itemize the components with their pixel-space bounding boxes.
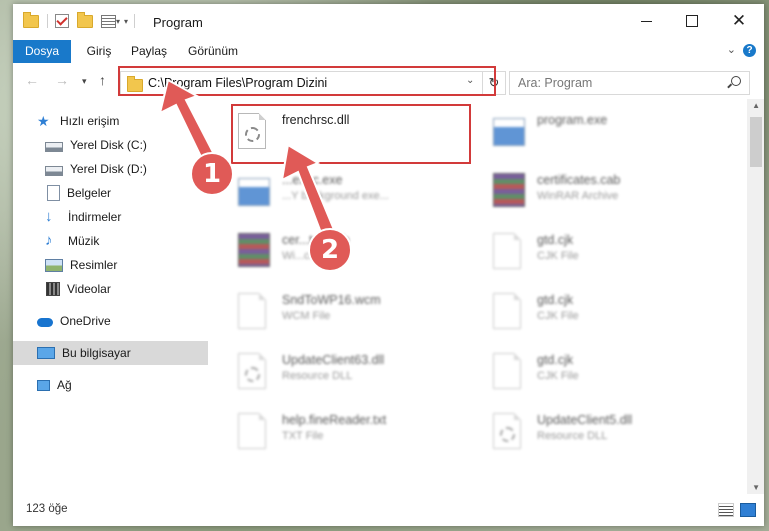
- step-badge-2: 2: [308, 228, 352, 272]
- arrow-2: [280, 143, 337, 240]
- annotation-arrows: [158, 78, 337, 240]
- step-badge-1: 1: [190, 152, 234, 196]
